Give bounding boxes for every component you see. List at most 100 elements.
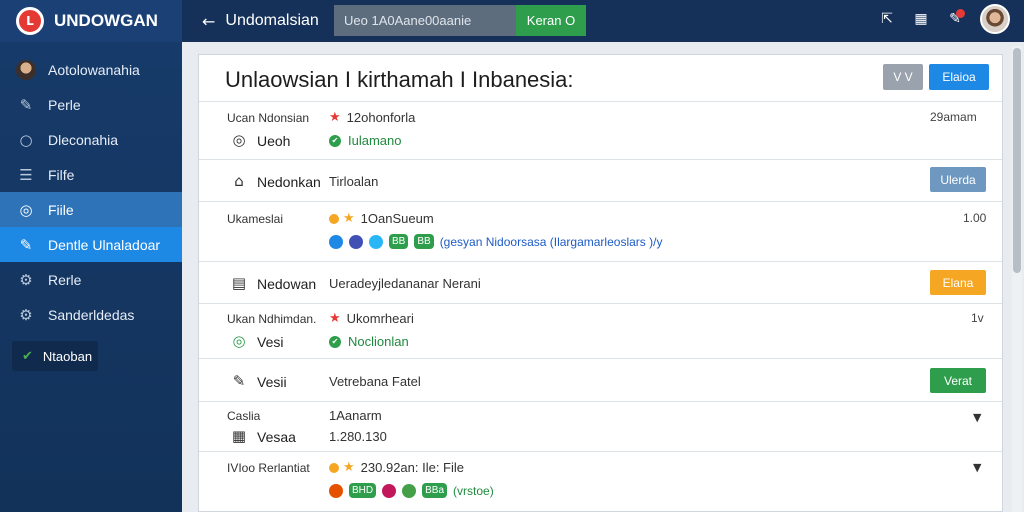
- search-icon: ○: [19, 130, 33, 149]
- row-value-text: Ukomrheari: [346, 311, 414, 326]
- divider: [199, 303, 1002, 304]
- chevron-down-icon[interactable]: ▼: [973, 411, 981, 424]
- gear-icon: ⚙: [19, 305, 33, 324]
- row-action-button[interactable]: Ulerda: [930, 167, 986, 192]
- row-label: Ukan Ndhimdan.: [227, 312, 317, 326]
- row-link[interactable]: (vrstoe): [453, 484, 494, 498]
- sidebar-item-filfe[interactable]: ☰ Filfe: [0, 157, 182, 192]
- row-subvalue-text: Iulamano: [348, 133, 402, 148]
- wrench-icon: ✎: [19, 95, 33, 114]
- comment-icon[interactable]: [369, 234, 383, 249]
- row-value: Tirloalan: [329, 174, 379, 189]
- sidebar-item-perle[interactable]: ✎ Perle: [0, 87, 182, 122]
- home-icon: ⌂: [234, 172, 244, 190]
- search-input[interactable]: [334, 5, 516, 36]
- sidebar-item-label: Dentle Ulnaladoar: [48, 236, 161, 253]
- notification-dot: [956, 9, 965, 18]
- divider: [199, 201, 1002, 202]
- row-value: Vetrebana Fatel: [329, 374, 421, 389]
- row-subvalue-text: Noclionlan: [348, 334, 409, 349]
- row-label: Nedonkan: [257, 174, 321, 190]
- row-chips: BHD BBa (vrstoe): [329, 483, 494, 498]
- document-icon: ▤: [231, 274, 247, 292]
- divider: [199, 358, 1002, 359]
- sidebar-item-label: Sanderldedas: [48, 306, 135, 323]
- topbar: ← Undomalsian Keran O ⇱ ▦ ✎: [182, 0, 1024, 42]
- row-action-button[interactable]: Verat: [930, 368, 986, 393]
- export-icon[interactable]: ⇱: [870, 11, 904, 27]
- tag-chip[interactable]: BBa: [422, 483, 448, 498]
- brand-header[interactable]: L UNDOWGAN: [0, 0, 182, 42]
- main-panel: Unlaowsian I kirthamah I Inbanesia: V V …: [198, 54, 1003, 512]
- row-value-text: 1OanSueum: [360, 211, 434, 226]
- row-meta: 1v: [971, 311, 984, 325]
- row-sublabel: Vesaa: [257, 429, 296, 445]
- row-meta: 29amam: [930, 110, 977, 124]
- topbar-icons: ⇱ ▦ ✎: [870, 4, 1010, 34]
- status-dot-icon: [329, 462, 339, 473]
- list-icon: ☰: [19, 165, 33, 184]
- row-link[interactable]: (gesyan Nidoorsasa (Ilargamarleoslars )/…: [440, 235, 663, 249]
- divider: [199, 101, 1002, 102]
- row-value-text: 230.92an: Ile: File: [360, 460, 465, 475]
- sidebar-nav: Aotolowanahia ✎ Perle ○ Dleconahia ☰ Fil…: [0, 52, 182, 332]
- user-avatar[interactable]: [980, 4, 1010, 34]
- divider: [199, 261, 1002, 262]
- collapse-button[interactable]: V V: [883, 64, 923, 90]
- row-subvalue: ✔ Iulamano: [329, 133, 401, 148]
- tag-chip[interactable]: BB: [414, 234, 434, 249]
- calendar-icon: ▦: [231, 427, 247, 445]
- status-dot-icon: [329, 213, 339, 224]
- sidebar-item-label: Aotolowanahia: [48, 61, 140, 78]
- row-sublabel: Ueoh: [257, 133, 291, 149]
- sidebar-item-label: Dleconahia: [48, 131, 119, 148]
- row-subvalue: 1.280.130: [329, 429, 387, 444]
- chevron-down-icon[interactable]: ▼: [973, 461, 981, 474]
- star-icon: ★: [343, 460, 355, 475]
- row-action-button[interactable]: Elana: [930, 270, 986, 295]
- sidebar-item-settings[interactable]: ⚙ Sanderldedas: [0, 297, 182, 332]
- scrollbar[interactable]: [1012, 46, 1022, 512]
- star-icon: ★: [343, 211, 355, 226]
- check-icon: ✔: [329, 335, 341, 348]
- copy-icon: ◎: [232, 131, 246, 149]
- page-title: Undomalsian: [225, 12, 319, 29]
- sidebar-item-file[interactable]: ◎ Fiile: [0, 192, 182, 227]
- row-label: Nedowan: [257, 276, 317, 292]
- avatar: [16, 59, 36, 80]
- sidebar-item-label: Filfe: [48, 166, 75, 183]
- row-value: ★ Ukomrheari: [329, 311, 414, 326]
- row-value: ★ 12ohonforla: [329, 110, 415, 125]
- panel-title: Unlaowsian I kirthamah I Inbanesia:: [225, 67, 574, 92]
- scrollbar-thumb[interactable]: [1013, 48, 1021, 273]
- row-value: ★ 1OanSueum: [329, 211, 434, 226]
- heart-icon[interactable]: [382, 483, 397, 498]
- chat-icon[interactable]: [329, 483, 343, 498]
- brand-name: UNDOWGAN: [54, 11, 158, 30]
- search-button[interactable]: Keran O: [516, 5, 586, 36]
- status-button[interactable]: ✔ Ntaoban: [12, 341, 98, 371]
- divider: [199, 401, 1002, 402]
- sidebar-item-profile[interactable]: Aotolowanahia: [0, 52, 182, 87]
- row-label: Ukameslai: [227, 212, 284, 226]
- row-value-text: 12ohonforla: [346, 110, 416, 125]
- link-icon[interactable]: [349, 234, 363, 249]
- tag-chip[interactable]: BHD: [349, 483, 377, 498]
- grid-icon[interactable]: ▦: [904, 11, 938, 27]
- sidebar-item-rerle[interactable]: ⚙ Rerle: [0, 262, 182, 297]
- primary-button[interactable]: Elaioa: [929, 64, 989, 90]
- row-label: Caslia: [227, 409, 261, 423]
- chat-icon[interactable]: [329, 234, 343, 249]
- row-subvalue: ✔ Noclionlan: [329, 334, 409, 349]
- sidebar-item-label: Rerle: [48, 271, 82, 288]
- wrench-icon: ✎: [19, 235, 33, 254]
- notification-icon[interactable]: ✎: [938, 9, 972, 27]
- row-label: Vesii: [257, 374, 287, 390]
- sidebar: L UNDOWGAN Aotolowanahia ✎ Perle ○ Dleco…: [0, 0, 182, 512]
- comment-icon[interactable]: [402, 483, 417, 498]
- sidebar-item-dleconahia[interactable]: ○ Dleconahia: [0, 122, 182, 157]
- back-arrow-icon[interactable]: ←: [202, 12, 215, 31]
- tag-chip[interactable]: BB: [389, 234, 409, 249]
- sidebar-item-ulnaladoar[interactable]: ✎ Dentle Ulnaladoar: [0, 227, 182, 262]
- divider: [199, 451, 1002, 452]
